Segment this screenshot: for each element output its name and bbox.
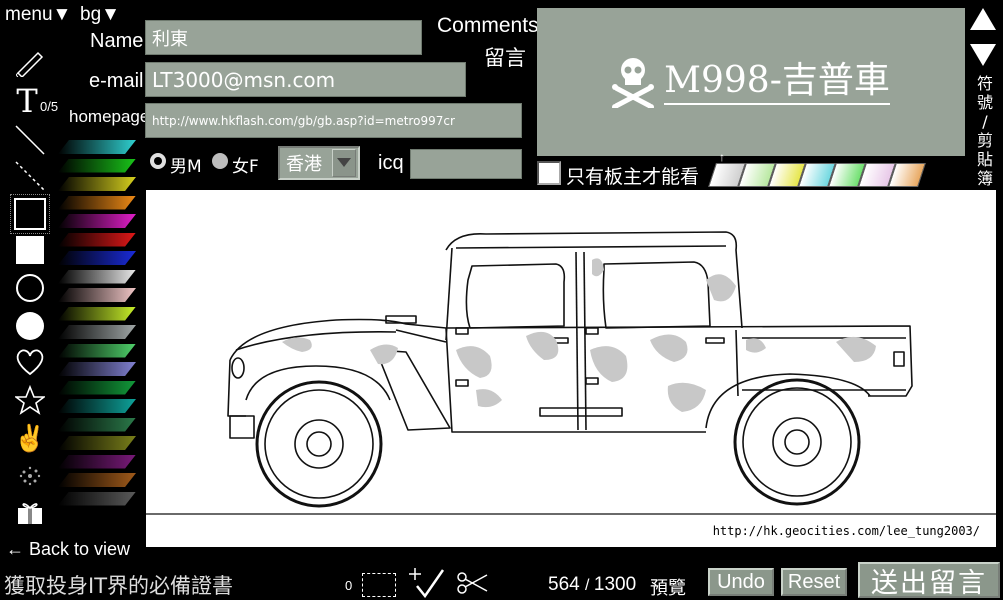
menu-button[interactable]: menu▼: [5, 4, 71, 26]
palette-swatch[interactable]: [888, 163, 926, 187]
clipboard-char: 簿: [976, 169, 993, 188]
comments-zh-label: 留言: [484, 46, 526, 70]
gradient-swatch[interactable]: [58, 436, 136, 450]
undo-button[interactable]: Undo: [708, 568, 774, 596]
circle-tool-icon[interactable]: [14, 272, 46, 304]
bg-button[interactable]: bg▼: [80, 4, 120, 26]
region-select[interactable]: 香港: [278, 146, 360, 180]
female-label: 女F: [232, 157, 259, 177]
line-tool-icon[interactable]: [14, 124, 46, 156]
homepage-field[interactable]: http://www.hkflash.com/gb/gb.asp?id=metr…: [145, 103, 522, 138]
filled-rectangle-tool-icon[interactable]: [14, 234, 46, 266]
dashed-line-tool-icon[interactable]: [14, 160, 46, 192]
gradient-swatch[interactable]: [58, 140, 136, 154]
filled-circle-tool-icon[interactable]: [14, 310, 46, 342]
gradient-swatch[interactable]: [58, 177, 136, 191]
reset-button[interactable]: Reset: [781, 568, 847, 596]
comment-text: M998-吉普車: [664, 59, 890, 105]
heart-icon[interactable]: [14, 346, 46, 378]
gradient-swatch[interactable]: [58, 269, 136, 284]
icq-label: icq: [378, 152, 404, 174]
clipboard-char: 剪: [976, 131, 993, 150]
rect-outline-icon: [14, 198, 46, 230]
gift-icon[interactable]: [14, 496, 46, 528]
gradient-swatch[interactable]: [58, 473, 136, 487]
gradient-swatch[interactable]: [58, 158, 136, 173]
triangle-up-icon: [970, 8, 996, 30]
male-label: 男M: [170, 157, 202, 177]
rectangle-tool-icon[interactable]: [10, 194, 50, 234]
private-checkbox[interactable]: [537, 161, 561, 185]
clipboard-char: 符: [976, 74, 993, 93]
send-message-button[interactable]: 送出留言: [858, 562, 1000, 599]
gradient-swatch[interactable]: [58, 362, 136, 376]
email-field[interactable]: LT3000@msn.com: [145, 62, 466, 97]
clipboard-char: 貼: [976, 150, 993, 169]
back-to-view-link[interactable]: ← Back to view: [6, 539, 130, 560]
palette-pointer-icon: ↑: [719, 150, 725, 164]
gradient-swatch[interactable]: [58, 306, 136, 321]
clipboard-char: /: [982, 112, 988, 131]
move-check-icon[interactable]: [406, 566, 448, 598]
back-to-view-label: Back to view: [29, 539, 131, 559]
gradient-swatch[interactable]: [58, 417, 136, 432]
used-count: 564: [548, 574, 580, 595]
gradient-swatch[interactable]: [58, 214, 136, 228]
name-label: Name: [90, 30, 144, 52]
gradient-swatch[interactable]: [58, 232, 136, 247]
scissors-icon[interactable]: [454, 568, 490, 598]
email-label: e-mail: [89, 70, 144, 92]
gradient-swatch[interactable]: [58, 251, 136, 265]
jeep-drawing: [146, 231, 996, 515]
gradient-swatch[interactable]: [58, 288, 136, 302]
clipboard-label[interactable]: 符號 / 剪貼簿: [975, 74, 995, 188]
homepage-label: homepage: [69, 107, 150, 126]
radio-dot-icon: [154, 157, 162, 165]
select-rect-icon[interactable]: [362, 573, 396, 597]
icq-field[interactable]: [410, 149, 522, 179]
drawing-canvas[interactable]: http://hk.geocities.com/lee_tung2003/: [146, 190, 996, 547]
text-counter: 0/5: [40, 99, 59, 114]
scroll-down-button[interactable]: [969, 42, 997, 73]
zero-counter: 0: [345, 578, 353, 593]
gradient-swatch[interactable]: [58, 343, 136, 358]
gradient-swatch[interactable]: [58, 454, 136, 469]
chevron-down-icon[interactable]: [332, 149, 356, 177]
star-icon[interactable]: [14, 384, 46, 416]
peace-hand-icon[interactable]: ✌: [14, 420, 46, 456]
comments-label: Comments: [437, 14, 539, 37]
text-tool-icon[interactable]: T: [12, 82, 42, 120]
female-radio[interactable]: [212, 153, 228, 169]
triangle-down-icon: [970, 44, 996, 66]
name-field[interactable]: 利東: [145, 20, 422, 55]
comment-box[interactable]: M998-吉普車: [537, 8, 965, 156]
ad-text[interactable]: 獲取投身IT界的必備證書: [4, 570, 233, 600]
clipboard-char: 號: [976, 93, 993, 112]
skull-icon: [612, 58, 655, 108]
preview-button[interactable]: 預覽: [650, 574, 686, 600]
male-radio[interactable]: [150, 153, 166, 169]
canvas-url: http://hk.geocities.com/lee_tung2003/: [712, 524, 980, 538]
private-label: 只有板主才能看: [566, 166, 700, 188]
gradient-swatch[interactable]: [58, 491, 136, 506]
usage-counter: 564 / 1300: [548, 574, 637, 595]
gradient-swatch[interactable]: [58, 380, 136, 395]
pencil-icon[interactable]: [13, 48, 47, 78]
gradient-swatch[interactable]: [58, 325, 136, 339]
scroll-up-button[interactable]: [969, 6, 997, 37]
arrow-left-icon: ←: [6, 539, 24, 559]
region-value: 香港: [286, 154, 322, 175]
sparkle-stamp-icon[interactable]: [14, 460, 46, 492]
gradient-swatch[interactable]: [58, 399, 136, 413]
gradient-swatch[interactable]: [58, 195, 136, 210]
total-count: 1300: [593, 574, 637, 595]
